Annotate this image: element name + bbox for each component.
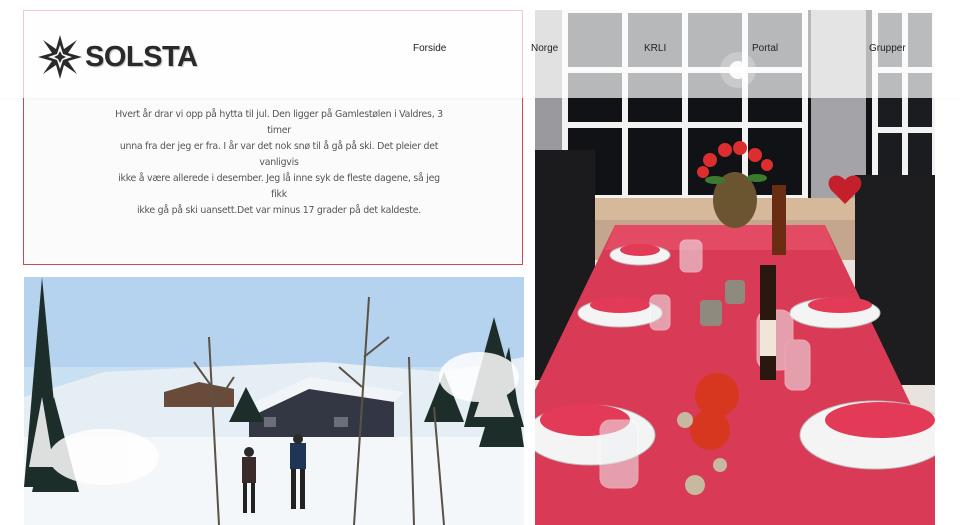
site-header: SOLSTA Forside Norge KRLI Portal Grupper bbox=[0, 0, 960, 98]
nav-item-forside[interactable]: Forside bbox=[413, 43, 446, 54]
intro-line: Hvert år drar vi opp på hytta til jul. D… bbox=[115, 109, 443, 136]
main-nav: Forside Norge KRLI Portal Grupper bbox=[0, 43, 960, 57]
intro-line: ikke gå på ski uansett.Det var minus 17 … bbox=[137, 205, 421, 216]
nav-item-grupper[interactable]: Grupper bbox=[869, 43, 906, 54]
nav-item-portal[interactable]: Portal bbox=[752, 43, 778, 54]
intro-line: unna fra der jeg er fra. I år var det no… bbox=[119, 141, 439, 168]
nav-item-norge[interactable]: Norge bbox=[531, 43, 558, 54]
intro-text: Hvert år drar vi opp på hytta til jul. D… bbox=[109, 107, 449, 219]
nav-item-krli[interactable]: KRLI bbox=[644, 43, 666, 54]
star-burst-logo-icon bbox=[38, 35, 82, 79]
intro-line: ikke å være allerede i desember. Jeg lå … bbox=[118, 173, 440, 200]
brand-logo[interactable]: SOLSTA bbox=[37, 34, 198, 80]
snowy-cabin-photo bbox=[24, 277, 524, 525]
